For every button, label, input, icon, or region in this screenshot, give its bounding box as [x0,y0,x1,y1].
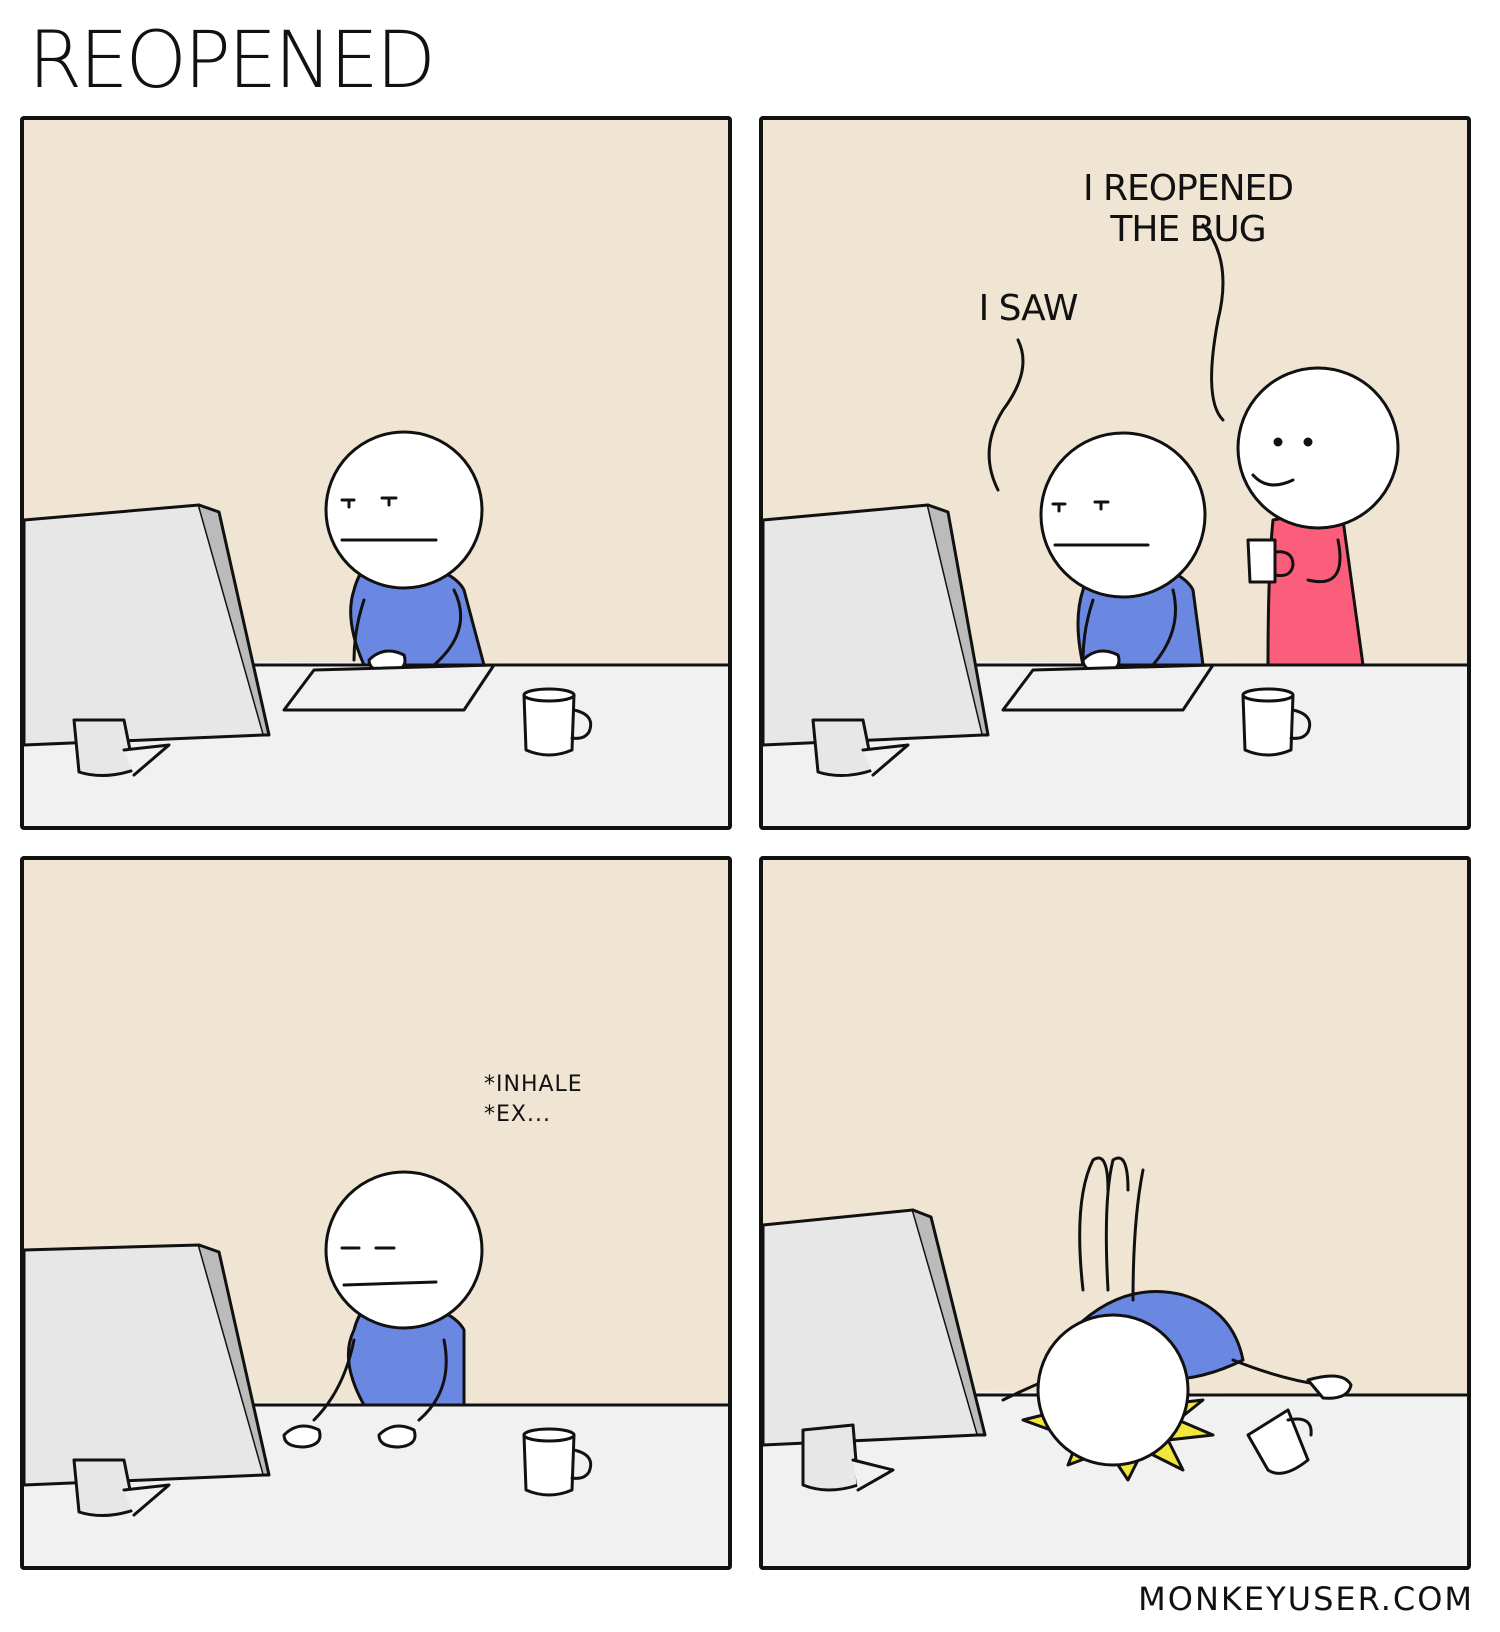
breathing-line1: *INHALE [484,1072,583,1097]
breathing-line2: *EX... [484,1101,551,1127]
developer-speech: I SAW [978,288,1079,329]
developer-head [324,430,484,590]
credit-text: MONKEYUSER.COM [1138,1580,1474,1618]
coffee-mug [522,693,576,757]
panel-3: *INHALE *EX... [20,856,732,1570]
panel-1-art [24,430,728,826]
panel-2: I REOPENED THE BUG I SAW [759,116,1471,830]
coworker-speech: I REOPENED THE BUG [1048,168,1328,251]
panel-1 [20,116,732,830]
coworker-speech-line2: THE BUG [1110,209,1266,251]
panel-4 [759,856,1471,1570]
breathing-text: *INHALE *EX... [484,1070,583,1129]
coworker-speech-line1: I REOPENED [1082,168,1294,209]
panel-3-art [24,1170,728,1566]
monitor [24,503,266,747]
panel-4-art [763,1156,1467,1566]
comic-title: REOPENED [28,16,436,106]
